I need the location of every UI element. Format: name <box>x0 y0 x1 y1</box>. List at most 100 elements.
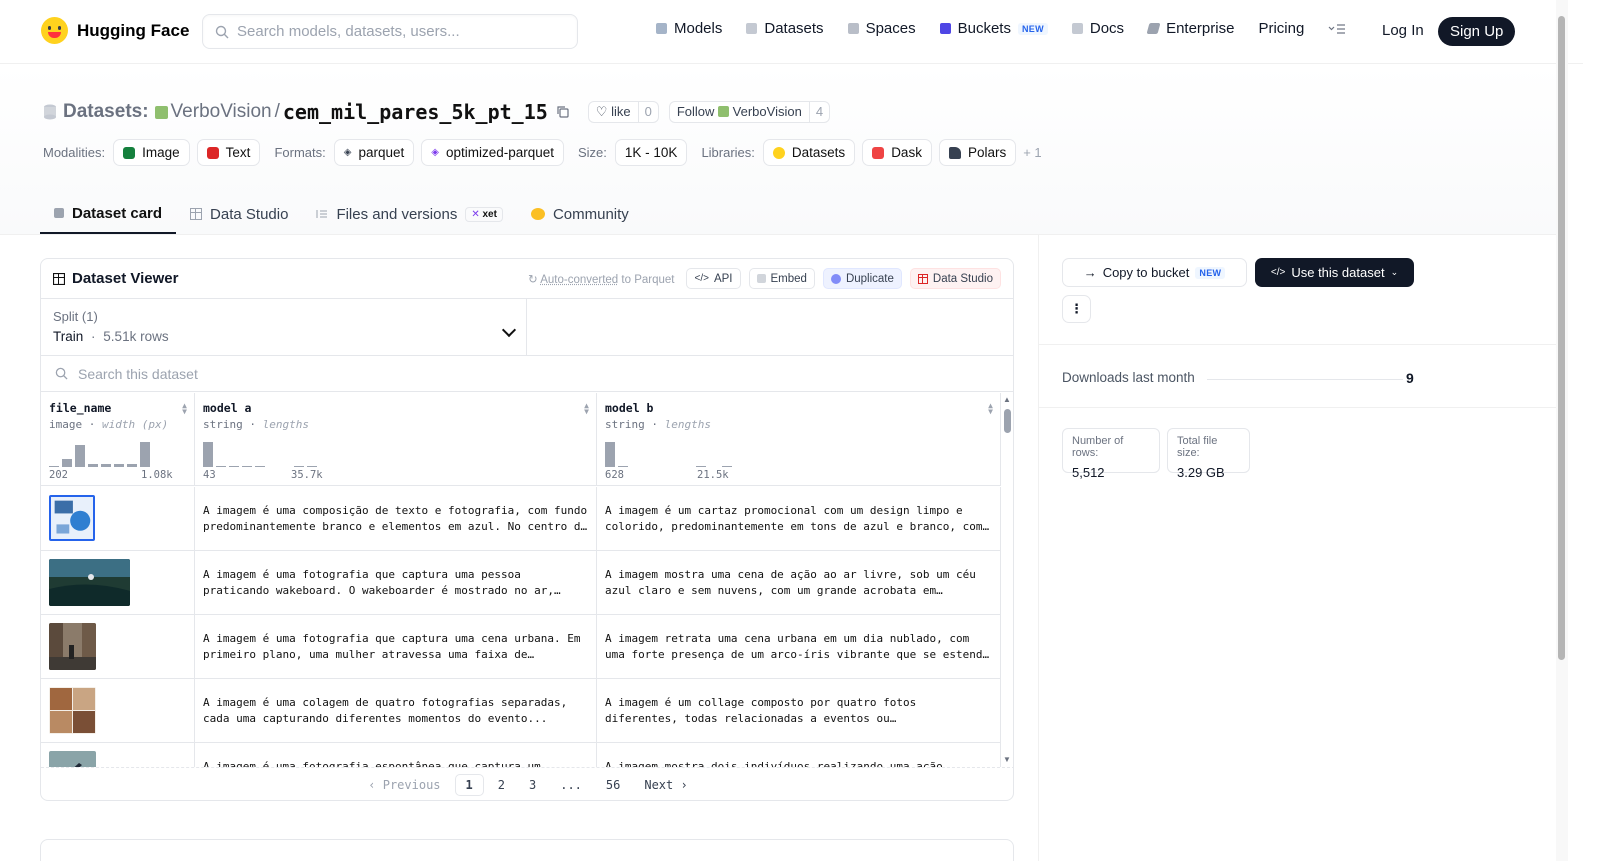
more-libraries[interactable]: + 1 <box>1023 145 1041 160</box>
global-search-input[interactable] <box>237 23 557 40</box>
histogram-bar[interactable] <box>88 464 98 467</box>
nav-pricing[interactable]: Pricing <box>1258 20 1304 37</box>
histogram-bar[interactable] <box>114 464 124 467</box>
sort-icon[interactable]: ▲ ▼ <box>182 403 187 415</box>
auto-converted-note[interactable]: ↻ Auto-converted to Parquet <box>528 272 674 286</box>
histogram-bar[interactable] <box>268 466 278 467</box>
login-link[interactable]: Log In <box>1382 22 1424 39</box>
tag-text[interactable]: Text <box>197 139 261 166</box>
more-options-button[interactable]: ⋮ <box>1062 295 1091 323</box>
model-b-cell[interactable]: A imagem retrata uma cena urbana em um d… <box>597 615 1001 678</box>
histogram-bar[interactable] <box>605 442 615 467</box>
nav-spaces[interactable]: Spaces <box>848 20 916 37</box>
histogram-bar[interactable] <box>75 445 85 467</box>
nav-models[interactable]: Models <box>656 20 722 37</box>
global-search[interactable] <box>202 14 578 49</box>
histogram-bar[interactable] <box>203 442 213 467</box>
histogram-bar[interactable] <box>618 466 628 467</box>
histogram-bar[interactable] <box>216 466 226 467</box>
signup-button[interactable]: Sign Up <box>1438 17 1515 46</box>
page-3[interactable]: 3 <box>519 775 546 795</box>
table-scrollbar[interactable]: ▲ ▼ <box>1001 393 1014 767</box>
histogram-bar[interactable] <box>255 466 265 467</box>
histogram-bar[interactable] <box>294 466 304 467</box>
histogram[interactable] <box>49 438 150 467</box>
column-header-model-b[interactable]: model b string · lengths ▲ ▼ 628 21.5k <box>597 393 1001 486</box>
tab-dataset-card[interactable]: Dataset card <box>40 194 176 234</box>
image-cell[interactable] <box>41 487 195 550</box>
tab-files-and-versions[interactable]: Files and versions ✕ xet <box>302 194 517 234</box>
nav-docs[interactable]: Docs <box>1072 20 1124 37</box>
histogram-bar[interactable] <box>229 466 239 467</box>
histogram-bar[interactable] <box>101 464 111 467</box>
histogram-bar[interactable] <box>670 466 680 467</box>
embed-button[interactable]: Embed <box>749 268 815 289</box>
histogram-bar[interactable] <box>683 466 693 467</box>
histogram[interactable] <box>605 438 732 467</box>
repo-owner-link[interactable]: VerboVision <box>171 101 272 123</box>
table-row[interactable]: A imagem é uma composição de texto e fot… <box>41 487 1001 551</box>
histogram-bar[interactable] <box>657 466 667 467</box>
tag-image[interactable]: Image <box>113 139 190 166</box>
histogram-bar[interactable] <box>696 466 706 467</box>
histogram-bar[interactable] <box>307 466 317 467</box>
scroll-down-arrow-icon[interactable]: ▼ <box>1003 755 1011 764</box>
copy-icon[interactable] <box>556 105 570 119</box>
like-button[interactable]: ♡ like 0 <box>588 101 659 123</box>
tab-community[interactable]: Community <box>517 194 643 234</box>
model-b-cell[interactable]: A imagem mostra uma cena de ação ao ar l… <box>597 551 1001 614</box>
image-cell[interactable] <box>41 679 195 742</box>
histogram-bar[interactable] <box>709 466 719 467</box>
sort-icon[interactable]: ▲ ▼ <box>584 403 589 415</box>
tab-data-studio[interactable]: Data Studio <box>176 194 302 234</box>
copy-to-bucket-button[interactable]: → Copy to bucket NEW <box>1062 258 1247 287</box>
histogram-bar[interactable] <box>242 466 252 467</box>
tag-parquet[interactable]: ◈ parquet <box>334 139 415 166</box>
thumbnail-image[interactable] <box>49 623 96 670</box>
split-selector[interactable]: Split (1) Train · 5.51k rows <box>41 299 527 355</box>
model-a-cell[interactable]: A imagem é uma fotografia que captura um… <box>195 551 597 614</box>
tag-lib-datasets[interactable]: Datasets <box>763 139 855 166</box>
tag-size[interactable]: 1K - 10K <box>615 139 688 166</box>
data-studio-button[interactable]: Data Studio <box>910 268 1001 289</box>
model-b-cell[interactable]: A imagem é um collage composto por quatr… <box>597 679 1001 742</box>
table-row[interactable]: A imagem é uma fotografia que captura um… <box>41 551 1001 615</box>
histogram-bar[interactable] <box>281 466 291 467</box>
model-a-cell[interactable]: A imagem é uma colagem de quatro fotogra… <box>195 679 597 742</box>
scrollbar-thumb[interactable] <box>1004 409 1011 433</box>
page-56[interactable]: 56 <box>596 775 630 795</box>
histogram-bar[interactable] <box>722 466 732 467</box>
histogram[interactable] <box>203 438 317 467</box>
thumbnail-image[interactable] <box>49 751 96 767</box>
repo-name[interactable]: cem_mil_pares_5k_pt_15 <box>283 100 548 124</box>
model-a-cell[interactable]: A imagem é uma composição de texto e fot… <box>195 487 597 550</box>
histogram-bar[interactable] <box>644 466 654 467</box>
model-b-cell[interactable]: A imagem é um cartaz promocional com um … <box>597 487 1001 550</box>
page-1[interactable]: 1 <box>455 774 484 796</box>
nav-datasets[interactable]: Datasets <box>746 20 823 37</box>
histogram-bar[interactable] <box>49 466 59 467</box>
histogram-bar[interactable] <box>631 466 641 467</box>
api-button[interactable]: </> API <box>686 268 740 289</box>
page-scrollbar[interactable] <box>1556 0 1568 861</box>
thumbnail-image[interactable] <box>49 687 96 734</box>
thumbnail-image[interactable] <box>49 559 130 606</box>
column-header-model-a[interactable]: model a string · lengths ▲ ▼ 43 35.7k <box>195 393 597 486</box>
scroll-up-arrow-icon[interactable]: ▲ <box>1003 395 1011 404</box>
table-row[interactable]: A imagem é uma fotografia espontânea que… <box>41 743 1001 767</box>
dataset-search[interactable] <box>41 356 1013 392</box>
nav-buckets[interactable]: Buckets NEW <box>940 20 1048 37</box>
pagination-previous[interactable]: ‹ Previous <box>358 775 450 795</box>
nav-enterprise[interactable]: Enterprise <box>1148 20 1234 37</box>
table-row[interactable]: A imagem é uma colagem de quatro fotogra… <box>41 679 1001 743</box>
pagination-next[interactable]: Next › <box>634 775 697 795</box>
brand-logo-link[interactable]: Hugging Face <box>41 17 189 44</box>
histogram-bar[interactable] <box>62 459 72 467</box>
use-this-dataset-button[interactable]: </> Use this dataset ⌄ <box>1255 258 1414 287</box>
duplicate-button[interactable]: Duplicate <box>823 268 902 289</box>
histogram-bar[interactable] <box>140 442 150 467</box>
nav-more-menu[interactable] <box>1328 23 1346 35</box>
tag-lib-polars[interactable]: Polars <box>939 139 1016 166</box>
page-2[interactable]: 2 <box>488 775 515 795</box>
model-a-cell[interactable]: A imagem é uma fotografia espontânea que… <box>195 743 597 767</box>
